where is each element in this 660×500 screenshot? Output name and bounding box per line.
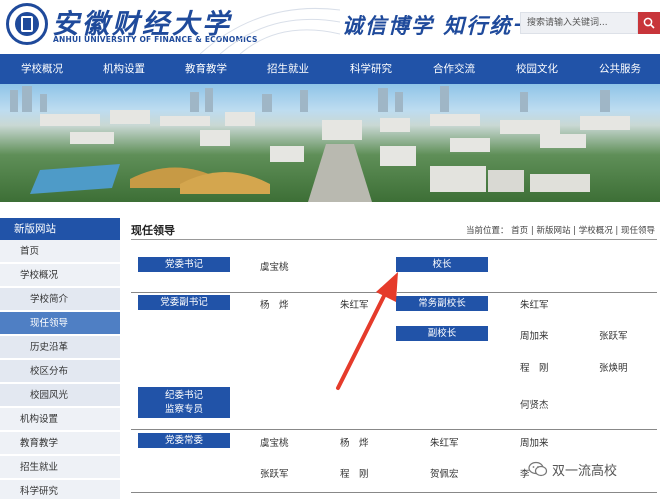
leader-name[interactable]: 朱红军 [520, 297, 549, 311]
leader-name[interactable]: 张焕明 [599, 360, 628, 374]
divider [131, 492, 657, 493]
leader-name[interactable]: 贺佩宏 [430, 466, 459, 480]
leader-name[interactable]: 虞宝桃 [260, 259, 289, 273]
role-line-2: 监察专员 [164, 404, 203, 415]
school-motto: 诚信博学 知行统一 [342, 13, 536, 38]
leader-name[interactable]: 张跃军 [599, 328, 628, 342]
red-arrow-annotation-icon [336, 272, 398, 390]
role-line-1: 纪委书记 [164, 390, 203, 401]
sidebar-title: 新版网站 [0, 218, 120, 240]
nav-item-cooperation[interactable]: 合作交流 [426, 54, 482, 84]
leader-name[interactable]: 程 刚 [520, 360, 549, 374]
sidebar-item-admissions[interactable]: 招生就业 [0, 456, 120, 479]
leader-name[interactable]: 虞宝桃 [260, 435, 289, 449]
nav-item-about[interactable]: 学校概况 [14, 54, 70, 84]
sidebar-item-history[interactable]: 历史沿革 [0, 336, 120, 359]
search-input[interactable]: 搜索请输入关键词... [520, 12, 638, 34]
nav-item-admissions[interactable]: 招生就业 [260, 54, 316, 84]
site-header: 安徽财经大学 ANHUI UNIVERSITY OF FINANCE & ECO… [0, 0, 660, 54]
nav-item-research[interactable]: 科学研究 [343, 54, 399, 84]
nav-item-culture[interactable]: 校园文化 [509, 54, 565, 84]
search-button[interactable] [638, 12, 660, 34]
role-standing-committee: 党委常委 [138, 433, 230, 448]
search-icon [643, 17, 655, 29]
leader-name[interactable]: 张跃军 [260, 466, 289, 480]
sidebar-item-home[interactable]: 首页 [0, 240, 120, 263]
sidebar-item-organization[interactable]: 机构设置 [0, 408, 120, 431]
leader-name[interactable]: 周加来 [520, 435, 549, 449]
role-party-secretary: 党委书记 [138, 257, 230, 272]
sidebar-item-about[interactable]: 学校概况 [0, 264, 120, 287]
sidebar-item-scenery[interactable]: 校园风光 [0, 384, 120, 407]
sidebar-item-current-leaders[interactable]: 现任领导 [0, 312, 120, 335]
content-header: 现任领导 当前位置： 首页 | 新版网站 | 学校概况 | 现任领导 [131, 218, 657, 240]
header-decoration [200, 7, 340, 54]
leader-name[interactable]: 周加来 [520, 328, 549, 342]
leader-name[interactable]: 程 刚 [340, 466, 369, 480]
wechat-icon [528, 461, 548, 477]
sidebar-item-research[interactable]: 科学研究 [0, 480, 120, 500]
nav-item-services[interactable]: 公共服务 [592, 54, 648, 84]
page-title: 现任领导 [131, 224, 175, 237]
nav-item-education[interactable]: 教育教学 [178, 54, 234, 84]
campus-banner-image [0, 84, 660, 202]
divider [397, 292, 657, 293]
role-discipline-secretary: 纪委书记 监察专员 [138, 387, 230, 418]
leader-name[interactable]: 朱红军 [430, 435, 459, 449]
sidebar-item-campuses[interactable]: 校区分布 [0, 360, 120, 383]
main-nav: 学校概况 机构设置 教育教学 招生就业 科学研究 合作交流 校园文化 公共服务 [0, 54, 660, 84]
university-emblem-icon[interactable] [6, 3, 48, 45]
campus-aerial-illustration [10, 86, 630, 202]
leader-name[interactable]: 杨 烨 [340, 435, 369, 449]
breadcrumb: 当前位置： 首页 | 新版网站 | 学校概况 | 现任领导 [465, 226, 655, 236]
leader-name[interactable]: 杨 烨 [260, 297, 289, 311]
nav-item-organization[interactable]: 机构设置 [96, 54, 152, 84]
sidebar-item-intro[interactable]: 学校简介 [0, 288, 120, 311]
sidebar-item-education[interactable]: 教育教学 [0, 432, 120, 455]
divider [131, 429, 657, 430]
watermark-text: 双一流高校 [552, 464, 618, 479]
role-deputy-party-secretary: 党委副书记 [138, 295, 230, 310]
leader-name[interactable]: 何贤杰 [520, 397, 549, 411]
